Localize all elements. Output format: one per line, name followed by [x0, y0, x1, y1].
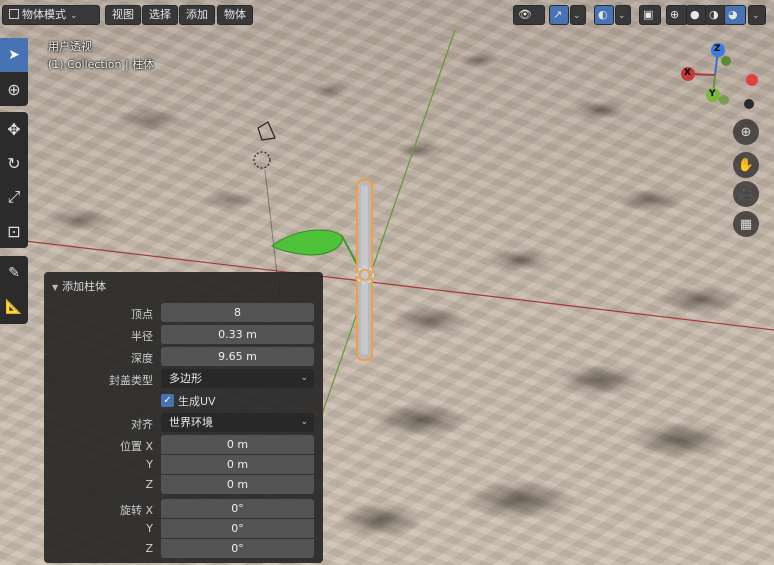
cursor-icon: ⊕	[7, 79, 21, 99]
toolbar-group-select: ➤ ⊕	[0, 38, 28, 106]
gizmo-x-label: X	[684, 68, 691, 78]
tool-rotate[interactable]: ↻	[0, 146, 28, 180]
xray-icon: ▣	[643, 8, 654, 21]
mode-select-label: 物体模式	[22, 8, 66, 21]
pan-hand-icon: ✋	[737, 157, 755, 173]
mode-select[interactable]: 物体模式 ⌄	[2, 5, 100, 25]
location-y-label: Y	[146, 458, 153, 471]
vertices-label: 顶点	[131, 308, 153, 321]
camera-view-button[interactable]: 🎥	[733, 181, 759, 207]
rotation-y-field[interactable]: 0°	[161, 519, 314, 538]
shading-wireframe[interactable]: ⊕	[666, 5, 688, 25]
panel-title: 添加柱体	[62, 280, 107, 293]
transform-icon: ⊡	[7, 221, 21, 241]
menu-add[interactable]: 添加	[179, 5, 215, 25]
chevron-down-icon: ⌄	[752, 11, 760, 21]
zoom-icon: ⊕	[740, 124, 752, 140]
chevron-down-icon: ⌄	[70, 11, 78, 21]
generate-uv-checkbox[interactable]: ✓	[161, 394, 174, 407]
chevron-down-icon: ⌄	[618, 11, 626, 21]
align-dropdown[interactable]: 世界环境 ⌄	[161, 413, 314, 432]
location-z-label: Z	[145, 478, 153, 491]
chevron-down-icon: ⌄	[300, 373, 308, 383]
shading-dropdown[interactable]: ⌄	[748, 5, 766, 25]
chevron-down-icon: ⌄	[300, 417, 308, 427]
menu-select[interactable]: 选择	[142, 5, 178, 25]
tool-measure[interactable]: 📐	[0, 290, 28, 324]
perspective-toggle-button[interactable]: ▦	[733, 211, 759, 237]
chevron-down-icon: ⌄	[573, 11, 581, 21]
menu-view[interactable]: 视图	[105, 5, 141, 25]
rendered-sphere-icon: ◕	[728, 8, 738, 21]
tool-transform[interactable]: ⊡	[0, 214, 28, 248]
rotation-y-label: Y	[146, 522, 153, 535]
toolbar-group-transform: ✥ ↻ ⤢ ⊡	[0, 112, 28, 248]
shading-rendered[interactable]: ◕	[724, 5, 746, 25]
xray-toggle[interactable]: ▣	[639, 5, 661, 25]
collapse-arrow-icon: ▼	[52, 283, 59, 292]
toolbar-group-annotate: ✎ 📐	[0, 256, 28, 324]
collection-label: (1) Collection | 柱体	[48, 58, 155, 71]
scale-icon: ⤢	[7, 187, 21, 206]
solid-sphere-icon: ●	[690, 8, 700, 21]
location-z-field[interactable]: 0 m	[161, 475, 314, 494]
perspective-label: 用户透视	[48, 40, 92, 53]
radius-label: 半径	[131, 330, 153, 343]
location-x-field[interactable]: 0 m	[161, 435, 314, 454]
gizmo-dropdown[interactable]: ⌄	[570, 5, 586, 25]
tool-annotate[interactable]: ✎	[0, 256, 28, 290]
viewport-header: 物体模式 ⌄ 视图 选择 添加 物体 👁 ↗ ⌄ ◐ ⌄ ▣ ⊕ ● ◑ ◕ ⌄	[0, 0, 774, 30]
perspective-grid-icon: ▦	[739, 216, 753, 232]
checkmark-icon: ✓	[163, 395, 172, 406]
cap-type-value: 多边形	[169, 372, 202, 385]
eye-icon: 👁	[518, 8, 532, 21]
tool-scale[interactable]: ⤢	[0, 180, 28, 214]
rotation-x-label: 旋转 X	[119, 504, 153, 517]
pan-button[interactable]: ✋	[733, 152, 759, 178]
align-value: 世界环境	[169, 416, 213, 429]
tool-cursor[interactable]: ⊕	[0, 72, 28, 106]
radius-field[interactable]: 0.33 m	[161, 325, 314, 344]
add-cylinder-panel: ▼ 添加柱体 顶点 8 半径 0.33 m 深度 9.65 m 封盖类型 多边形 ⌄…	[44, 272, 323, 563]
rotation-z-field[interactable]: 0°	[161, 539, 314, 558]
wireframe-sphere-icon: ⊕	[670, 8, 680, 21]
measure-icon: 📐	[5, 299, 23, 315]
rotate-icon: ↻	[7, 153, 21, 173]
rotation-z-label: Z	[145, 542, 153, 555]
object-mode-icon	[9, 9, 19, 19]
overlay-toggle[interactable]: ◐	[594, 5, 614, 25]
visibility-dropdown[interactable]: 👁	[513, 5, 545, 25]
panel-header[interactable]: ▼ 添加柱体	[52, 278, 106, 294]
depth-label: 深度	[131, 352, 153, 365]
generate-uv-label: 生成UV	[178, 395, 216, 408]
tool-move[interactable]: ✥	[0, 112, 28, 146]
material-sphere-icon: ◑	[709, 8, 719, 21]
light-object	[253, 121, 276, 169]
location-x-label: 位置 X	[119, 440, 153, 453]
rotation-x-field[interactable]: 0°	[161, 499, 314, 518]
tool-select-box[interactable]: ➤	[0, 38, 28, 72]
annotate-icon: ✎	[8, 265, 20, 281]
move-icon: ✥	[7, 119, 21, 139]
location-y-field[interactable]: 0 m	[161, 455, 314, 474]
cap-type-label: 封盖类型	[109, 374, 153, 387]
depth-field[interactable]: 9.65 m	[161, 347, 314, 366]
y-axis-line	[319, 29, 456, 421]
vertices-field[interactable]: 8	[161, 303, 314, 322]
cap-type-dropdown[interactable]: 多边形 ⌄	[161, 369, 314, 388]
zoom-button[interactable]: ⊕	[733, 119, 759, 145]
overlay-icon: ◐	[598, 8, 608, 21]
leaf-object	[271, 229, 343, 256]
gizmo-toggle[interactable]: ↗	[549, 5, 569, 25]
menu-object[interactable]: 物体	[217, 5, 253, 25]
gizmo-z-label: Z	[714, 44, 721, 54]
align-label: 对齐	[131, 418, 153, 431]
gizmo-icon: ↗	[553, 8, 563, 21]
overlay-dropdown[interactable]: ⌄	[615, 5, 631, 25]
select-box-icon: ➤	[8, 47, 20, 63]
camera-icon: 🎥	[737, 186, 755, 202]
gizmo-y-label: Y	[709, 89, 716, 99]
